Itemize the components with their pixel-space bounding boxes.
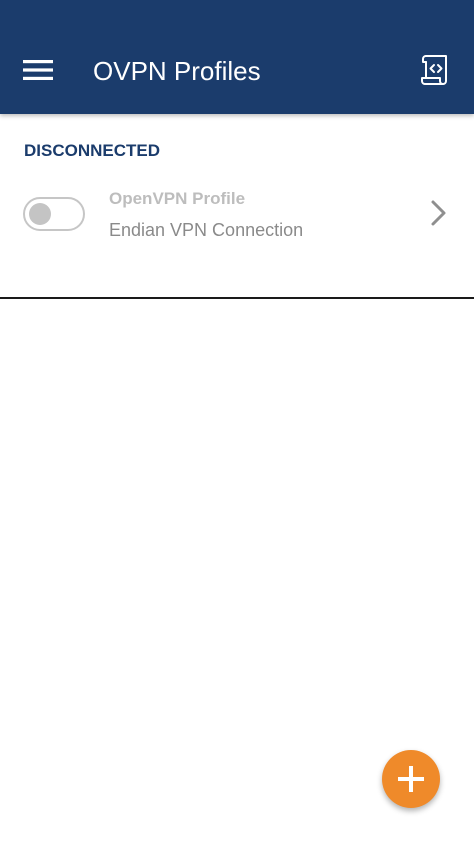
chevron-right-icon[interactable] xyxy=(428,198,450,228)
app-screen: OVPN Profiles DISCONNECTED OpenVPN Profi… xyxy=(0,0,474,842)
plus-icon xyxy=(398,766,424,792)
list-divider xyxy=(0,297,474,299)
script-code-icon xyxy=(421,55,447,85)
app-title: OVPN Profiles xyxy=(93,56,261,86)
profile-list-item[interactable]: OpenVPN Profile Endian VPN Connection xyxy=(0,176,474,252)
toggle-knob xyxy=(29,203,51,225)
import-profile-button[interactable] xyxy=(410,48,458,92)
hamburger-menu-icon xyxy=(23,60,53,80)
add-profile-button[interactable] xyxy=(382,750,440,808)
profile-name: OpenVPN Profile xyxy=(109,189,246,208)
connection-status-header: DISCONNECTED xyxy=(24,141,161,160)
app-bar: OVPN Profiles xyxy=(0,0,474,114)
profile-description: Endian VPN Connection xyxy=(109,220,304,240)
connection-toggle[interactable] xyxy=(23,197,85,231)
menu-button[interactable] xyxy=(14,48,62,92)
